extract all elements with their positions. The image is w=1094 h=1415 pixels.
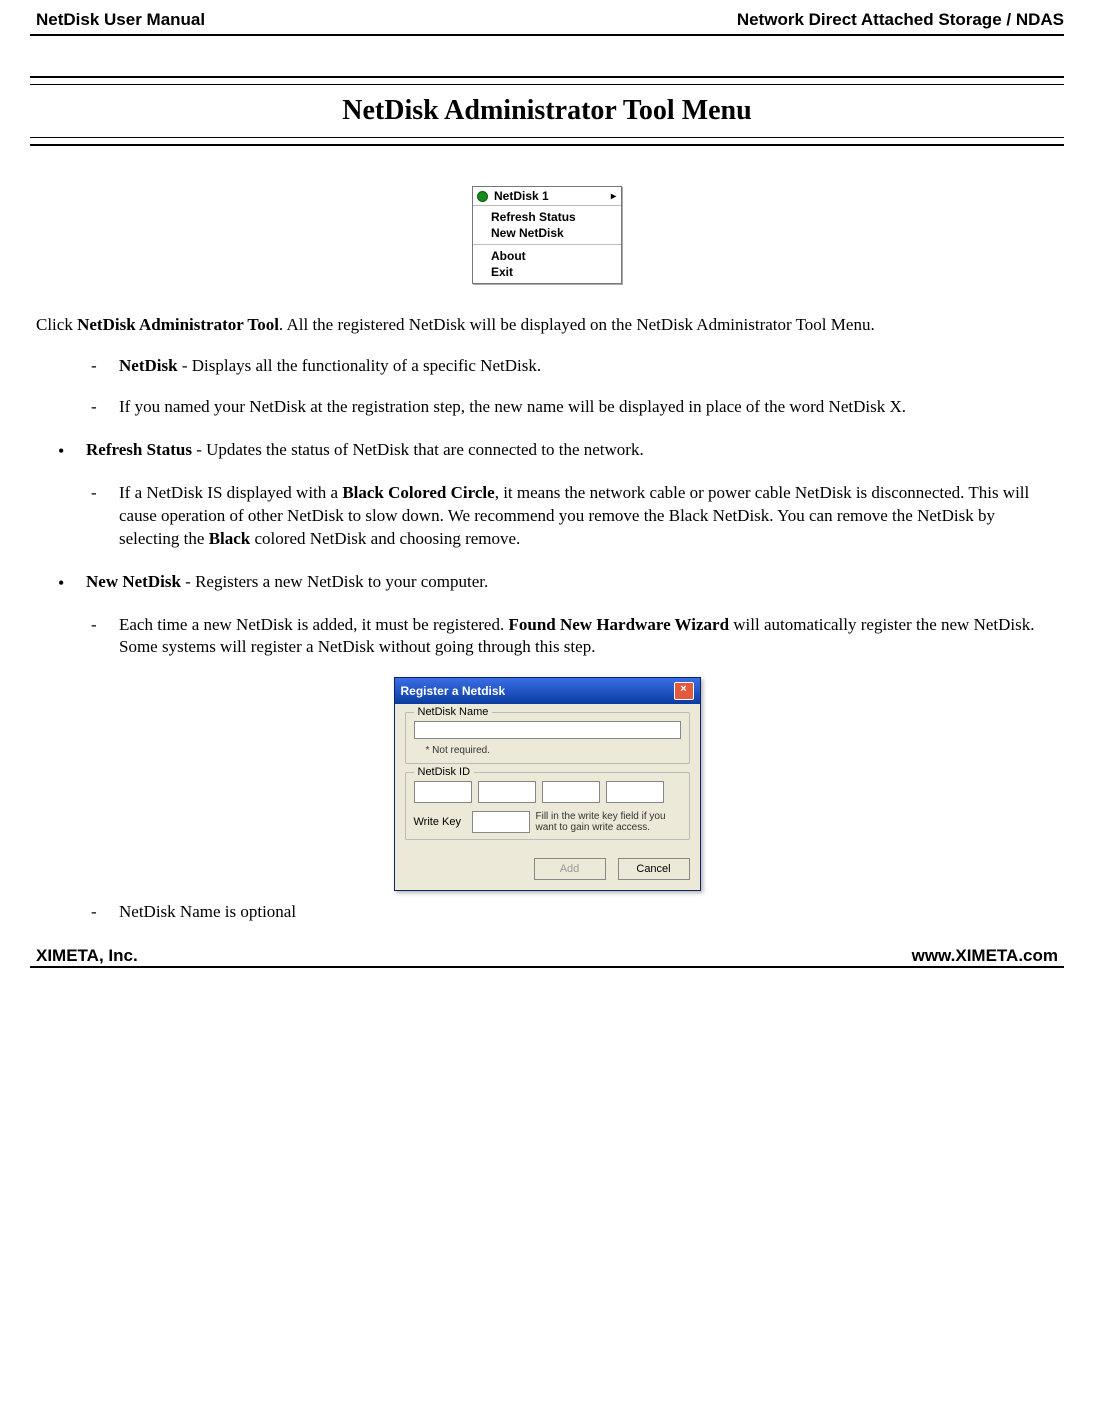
title-rule-bottom — [30, 137, 1064, 146]
write-key-label: Write Key — [414, 815, 466, 830]
group-netdisk-name: NetDisk Name * Not required. — [405, 712, 690, 764]
netdisk-name-input[interactable] — [414, 721, 681, 739]
write-key-note: Fill in the write key field if you want … — [536, 811, 681, 833]
menu-device-row[interactable]: NetDisk 1 ▸ — [473, 187, 621, 206]
group-netdisk-id: NetDisk ID Write Key Fill in the write k… — [405, 772, 690, 840]
page-footer: XIMETA, Inc. www.XIMETA.com — [30, 942, 1064, 966]
group-label: NetDisk ID — [414, 765, 475, 780]
list-item: If you named your NetDisk at the registr… — [91, 396, 1058, 419]
id-segment-input[interactable] — [478, 781, 536, 803]
list-item: NetDisk - Displays all the functionality… — [91, 355, 1058, 378]
submenu-arrow-icon: ▸ — [611, 191, 616, 202]
dialog-titlebar: Register a Netdisk × — [395, 678, 700, 704]
header-right: Network Direct Attached Storage / NDAS — [737, 10, 1064, 30]
list-item: Each time a new NetDisk is added, it mus… — [91, 614, 1058, 660]
page-header: NetDisk User Manual Network Direct Attac… — [30, 10, 1064, 34]
title-rule-top — [30, 76, 1064, 85]
page-title: NetDisk Administrator Tool Menu — [30, 95, 1064, 127]
list-item: NetDisk Name is optional — [91, 901, 1058, 924]
menu-item-new[interactable]: New NetDisk — [473, 225, 621, 241]
header-rule — [30, 34, 1064, 36]
list-item: If a NetDisk IS displayed with a Black C… — [91, 482, 1058, 551]
name-note: * Not required. — [414, 744, 681, 758]
menu-item-refresh[interactable]: Refresh Status — [473, 209, 621, 225]
footer-left: XIMETA, Inc. — [36, 946, 138, 966]
register-dialog: Register a Netdisk × NetDisk Name * Not … — [394, 677, 701, 891]
cancel-button[interactable]: Cancel — [618, 858, 690, 880]
list-item: New NetDisk - Registers a new NetDisk to… — [58, 571, 1058, 594]
footer-rule — [30, 966, 1064, 968]
status-dot-icon — [477, 191, 488, 202]
header-left: NetDisk User Manual — [36, 10, 205, 30]
dialog-title: Register a Netdisk — [401, 683, 506, 699]
id-segment-input[interactable] — [542, 781, 600, 803]
footer-right: www.XIMETA.com — [912, 946, 1058, 966]
write-key-input[interactable] — [472, 811, 530, 833]
intro-paragraph: Click NetDisk Administrator Tool. All th… — [36, 314, 1058, 337]
id-segment-input[interactable] — [414, 781, 472, 803]
list-item: Refresh Status - Updates the status of N… — [58, 439, 1058, 462]
close-icon[interactable]: × — [674, 682, 694, 700]
group-label: NetDisk Name — [414, 705, 493, 720]
id-segment-input[interactable] — [606, 781, 664, 803]
menu-device-label: NetDisk 1 — [494, 189, 549, 203]
admin-tool-menu: NetDisk 1 ▸ Refresh Status New NetDisk A… — [472, 186, 622, 284]
menu-item-exit[interactable]: Exit — [473, 264, 621, 280]
add-button[interactable]: Add — [534, 858, 606, 880]
menu-item-about[interactable]: About — [473, 248, 621, 264]
